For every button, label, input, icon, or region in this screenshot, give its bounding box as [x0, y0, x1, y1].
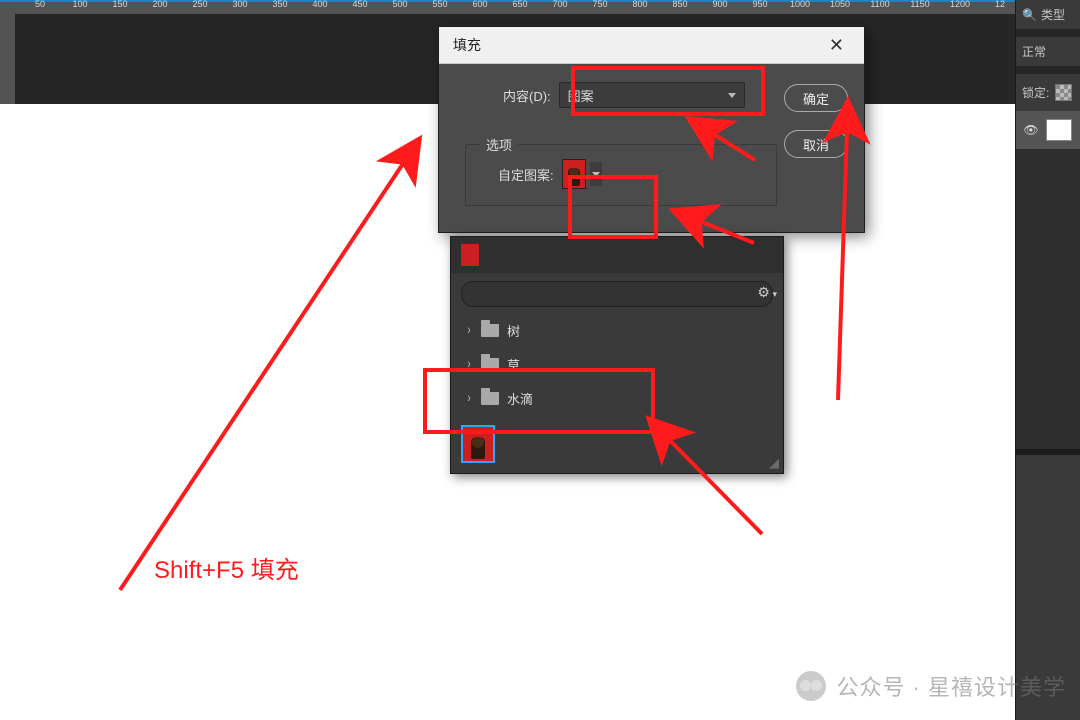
cancel-button[interactable]: 取消: [784, 130, 848, 158]
annotation-shortcut: Shift+F5 填充: [154, 550, 299, 585]
ruler-tick: 750: [592, 0, 607, 9]
layer-thumbnail: [1046, 119, 1072, 141]
options-legend: 选项: [480, 135, 518, 154]
ruler-tick: 450: [352, 0, 367, 9]
chevron-down-icon: [590, 162, 602, 186]
pattern-thumbnail: [562, 159, 586, 189]
chevron-right-icon: ›: [465, 390, 473, 405]
pattern-picker-panel: ⚙ ›树›草›水滴 ◢: [450, 236, 784, 474]
lock-transparent-icon[interactable]: [1055, 84, 1072, 101]
ruler-tick: 1050: [830, 0, 850, 9]
ok-button[interactable]: 确定: [784, 84, 848, 112]
ruler-tick: 550: [432, 0, 447, 9]
ruler-tick: 900: [712, 0, 727, 9]
picker-folder-item[interactable]: › 水滴: [451, 381, 783, 415]
custom-pattern-label: 自定图案:: [498, 165, 554, 184]
folder-label: 树: [507, 321, 520, 340]
blend-mode-select[interactable]: 正常: [1016, 37, 1080, 66]
picker-folder-list: ›树›草›水滴: [451, 311, 783, 421]
ruler-tick: 300: [232, 0, 247, 9]
ruler-tick: 1000: [790, 0, 810, 9]
recent-pattern-thumb[interactable]: [461, 244, 479, 266]
folder-label: 草: [507, 355, 520, 374]
ruler: 50 100 150 200 250 300 350 400 450 500 550 600 650 70…: [0, 0, 1016, 14]
chevron-down-icon: [728, 93, 736, 98]
folder-icon: [481, 358, 499, 371]
chevron-right-icon: ›: [465, 322, 473, 337]
content-select-value: 图案: [568, 86, 594, 105]
visibility-eye-icon[interactable]: 👁: [1022, 123, 1040, 137]
folder-icon: [481, 324, 499, 337]
close-icon[interactable]: ✕: [823, 33, 850, 58]
panel-bottom: [1016, 455, 1080, 635]
ruler-tick: 1150: [910, 0, 929, 9]
picker-search-input[interactable]: [461, 281, 773, 307]
pattern-swatch-dropdown[interactable]: [562, 159, 602, 189]
gear-icon[interactable]: ⚙: [757, 284, 777, 301]
ruler-tick: 150: [112, 0, 127, 9]
search-icon: 🔍: [1022, 8, 1037, 22]
options-fieldset: 选项 自定图案:: [465, 144, 777, 206]
folder-label: 水滴: [507, 389, 533, 408]
picker-selected-row: [461, 425, 773, 463]
folder-icon: [481, 392, 499, 405]
ruler-tick: 850: [672, 0, 687, 9]
picker-folder-item[interactable]: ›树: [451, 313, 783, 347]
lock-label: 锁定:: [1022, 84, 1049, 101]
fill-dialog: 填充 ✕ 内容(D): 图案 确定 取消 选项 自定图案:: [438, 26, 865, 233]
blend-mode-label: 正常: [1022, 45, 1046, 59]
ruler-tick: 700: [552, 0, 567, 9]
lock-row: 锁定:: [1016, 74, 1080, 111]
ruler-tick: 1100: [870, 0, 889, 9]
panel-search-row[interactable]: 🔍 类型: [1016, 0, 1080, 29]
ruler-tick: 600: [472, 0, 487, 9]
ruler-tick: 500: [392, 0, 407, 9]
watermark: 公众号 · 星禧设计美学: [796, 670, 1066, 702]
wechat-icon: [796, 671, 826, 701]
ruler-tick: 50: [35, 0, 45, 9]
dialog-title: 填充: [453, 35, 481, 55]
picker-folder-item[interactable]: ›草: [451, 347, 783, 381]
ruler-tick: 100: [72, 0, 87, 9]
picker-recent-row: [451, 237, 783, 273]
ruler-tick: 12: [995, 0, 1005, 9]
ruler-tick: 1200: [950, 0, 970, 9]
selected-pattern-thumb[interactable]: [461, 425, 495, 463]
resize-grip-icon[interactable]: ◢: [769, 455, 779, 471]
content-label: 内容(D):: [503, 86, 551, 105]
content-select[interactable]: 图案: [559, 82, 745, 108]
panel-empty: [1016, 149, 1080, 449]
ruler-tick: 800: [632, 0, 647, 9]
panel-search-label: 类型: [1041, 6, 1065, 23]
ruler-tick: 200: [152, 0, 167, 9]
ruler-tick: 250: [192, 0, 207, 9]
vertical-ruler-stub: [0, 14, 15, 104]
ruler-tick: 650: [512, 0, 527, 9]
ruler-tick: 400: [312, 0, 327, 9]
layer-row[interactable]: 👁: [1016, 111, 1080, 149]
ruler-tick: 350: [272, 0, 287, 9]
ruler-tick: 950: [752, 0, 767, 9]
right-panel: 🔍 类型 正常 锁定: 👁: [1015, 0, 1080, 720]
chevron-right-icon: ›: [465, 356, 473, 371]
dialog-titlebar[interactable]: 填充 ✕: [439, 27, 864, 64]
watermark-text: 公众号 · 星禧设计美学: [836, 670, 1066, 702]
ruler-bar: 50 100 150 200 250 300 350 400 450 500 550 600 650 70…: [0, 0, 1016, 14]
